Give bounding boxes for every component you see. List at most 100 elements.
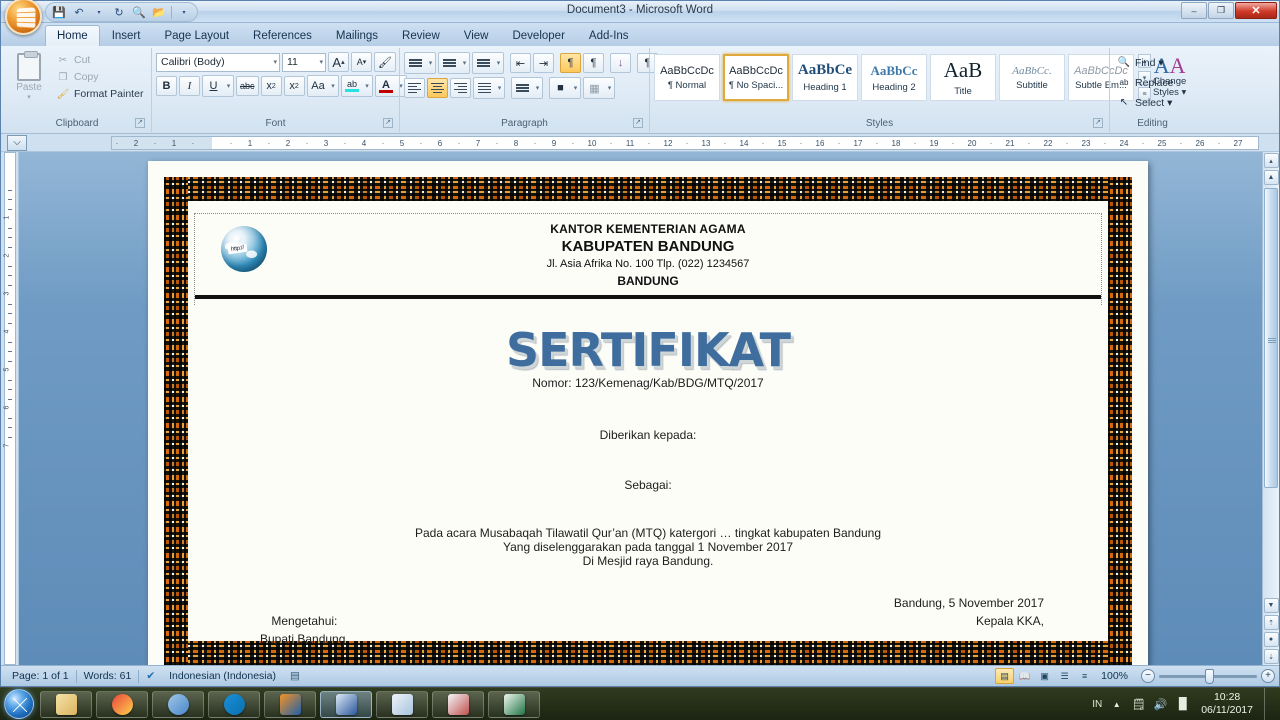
style-heading-1[interactable]: AaBbCе Heading 1: [792, 54, 858, 101]
draft-view-button[interactable]: ≡: [1075, 668, 1094, 684]
taskbar-teamviewer[interactable]: [208, 690, 260, 718]
underline-button[interactable]: U: [203, 76, 224, 96]
full-screen-reading-view-button[interactable]: 📖: [1015, 668, 1034, 684]
font-name-combo[interactable]: Calibri (Body) ▾: [156, 52, 280, 72]
chevron-down-icon[interactable]: ▾: [224, 76, 233, 96]
chevron-down-icon[interactable]: ▾: [363, 76, 372, 96]
body-line-2[interactable]: Yang diselenggarakan pada tanggal 1 Nove…: [503, 540, 793, 554]
letterhead-block[interactable]: KANTOR KEMENTERIAN AGAMA KABUPATEN BANDU…: [194, 213, 1102, 305]
font-dialog-launcher[interactable]: ↗: [383, 118, 393, 128]
volume-muted-icon[interactable]: 🔊: [1153, 697, 1168, 712]
zoom-out-button[interactable]: −: [1141, 669, 1155, 683]
tab-developer[interactable]: Developer: [500, 25, 576, 46]
underline-split-button[interactable]: U ▾: [202, 75, 234, 97]
scroll-up-button[interactable]: ▲: [1263, 170, 1279, 185]
tab-stop-selector[interactable]: ⌵: [7, 134, 27, 151]
sort-button[interactable]: ↓: [610, 53, 631, 73]
tab-insert[interactable]: Insert: [100, 25, 153, 46]
taskbar-notepad[interactable]: [376, 690, 428, 718]
chevron-down-icon[interactable]: ▾: [494, 53, 503, 73]
tab-review[interactable]: Review: [390, 25, 452, 46]
multilevel-list-icon[interactable]: [473, 53, 494, 73]
taskbar-mozilla-firefox[interactable]: [264, 690, 316, 718]
web-layout-view-button[interactable]: ▣: [1035, 668, 1054, 684]
ruler-track[interactable]: 2 · 1 · · 1 · 2 · 3 · 4 · 5 · 6 · 7 · 8 · 9 · 10 · 11 · 12 · 13 · 14 · 15…: [111, 136, 1259, 150]
body-line-1[interactable]: Pada acara Musabaqah Tilawatil Qur’an (M…: [415, 526, 881, 540]
chevron-down-icon[interactable]: ▾: [426, 53, 435, 73]
justify-split-button[interactable]: ▾: [473, 77, 505, 99]
chevron-down-icon[interactable]: ▾: [495, 78, 504, 98]
line-spacing-split-button[interactable]: ▾: [511, 77, 543, 99]
outline-view-button[interactable]: ☰: [1055, 668, 1074, 684]
taskbar-microsoft-excel[interactable]: [488, 690, 540, 718]
network-signal-icon[interactable]: █: [1175, 697, 1190, 712]
clear-formatting-button[interactable]: 🖌: [374, 52, 396, 72]
scroll-split-button[interactable]: ▴: [1263, 153, 1279, 168]
superscript-button[interactable]: x2: [283, 76, 305, 96]
taskbar-microsoft-powerpoint[interactable]: [432, 690, 484, 718]
show-hidden-icons-icon[interactable]: ▲: [1109, 697, 1124, 712]
minimize-button[interactable]: –: [1181, 2, 1207, 19]
paragraph-dialog-launcher[interactable]: ↗: [633, 118, 643, 128]
scroll-down-button[interactable]: ▼: [1263, 598, 1279, 613]
certificate-number[interactable]: Nomor: 123/Kemenag/Kab/BDG/MTQ/2017: [532, 376, 763, 390]
scrollbar-thumb[interactable]: [1264, 188, 1278, 488]
document-canvas[interactable]: KANTOR KEMENTERIAN AGAMA KABUPATEN BANDU…: [19, 152, 1279, 665]
signature-left[interactable]: Mengetahui: Bupati Bandung,: [260, 612, 349, 648]
align-center-button[interactable]: [427, 78, 448, 98]
font-size-combo[interactable]: 11 ▾: [282, 52, 326, 72]
align-right-button[interactable]: [450, 78, 471, 98]
bullets-split-button[interactable]: ▾: [404, 52, 436, 74]
show-desktop-button[interactable]: [1264, 687, 1272, 720]
format-painter-button[interactable]: 🖌 Format Painter: [53, 86, 146, 102]
print-layout-view-button[interactable]: ▤: [995, 668, 1015, 684]
chevron-down-icon[interactable]: ▾: [605, 78, 614, 98]
restore-button[interactable]: ❐: [1208, 2, 1234, 19]
language-indicator[interactable]: IN: [1092, 699, 1102, 710]
vertical-scrollbar[interactable]: ▴ ▲ ▼ ⇡ ● ⇣: [1262, 152, 1279, 665]
line-spacing-icon[interactable]: [512, 78, 533, 98]
zoom-track[interactable]: [1159, 668, 1257, 684]
chevron-down-icon[interactable]: ▾: [571, 78, 580, 98]
taskbar-google-chrome[interactable]: [96, 690, 148, 718]
shrink-font-button[interactable]: A ▾: [351, 52, 372, 72]
numbering-icon[interactable]: [439, 53, 460, 73]
change-case-split-button[interactable]: Aa ▾: [306, 75, 339, 97]
change-case-button[interactable]: Aa: [308, 76, 329, 96]
subscript-button[interactable]: x2: [260, 76, 282, 96]
style-subtitle[interactable]: AaBbCc. Subtitle: [999, 54, 1065, 101]
body-line-3[interactable]: Di Mesjid raya Bandung.: [583, 554, 714, 568]
tab-mailings[interactable]: Mailings: [324, 25, 390, 46]
style-heading-2[interactable]: AaBbCc Heading 2: [861, 54, 927, 101]
paste-button[interactable]: Paste ▾: [7, 49, 51, 101]
clipboard-dialog-launcher[interactable]: ↗: [135, 118, 145, 128]
style-normal[interactable]: AaBbCcDc ¶ Normal: [654, 54, 720, 101]
clock[interactable]: 10:28 06/11/2017: [1197, 691, 1253, 717]
style-title[interactable]: AaB Title: [930, 54, 996, 101]
document-page[interactable]: KANTOR KEMENTERIAN AGAMA KABUPATEN BANDU…: [148, 161, 1148, 665]
vertical-ruler[interactable]: 1 2 3 4 5 6 7: [1, 152, 19, 665]
rtl-text-direction-button[interactable]: ¶: [583, 53, 604, 73]
text-highlight-button[interactable]: ab: [342, 76, 363, 96]
zoom-thumb[interactable]: [1205, 668, 1214, 684]
tab-home[interactable]: Home: [45, 25, 100, 46]
zoom-slider[interactable]: − +: [1135, 668, 1275, 684]
horizontal-ruler[interactable]: ⌵ 2 · 1 · · 1 · 2 · 3 · 4 · 5 · 6 · 7 · 8 · 9 · 10 · 11 · 12 · 13 · 14 ·…: [1, 134, 1279, 152]
action-center-icon[interactable]: 🗒: [1131, 697, 1146, 712]
borders-split-button[interactable]: ▦ ▾: [583, 77, 615, 99]
tab-view[interactable]: View: [452, 25, 501, 46]
macro-record-icon[interactable]: ▤: [283, 670, 307, 682]
style-no-spacing[interactable]: AaBbCcDc ¶ No Spaci...: [723, 54, 789, 101]
copy-button[interactable]: ❐ Copy: [53, 69, 146, 85]
align-left-button[interactable]: [404, 78, 425, 98]
next-page-button[interactable]: ⇣: [1263, 649, 1279, 664]
word-count-status[interactable]: Words: 61: [77, 670, 139, 682]
justify-button[interactable]: [474, 78, 495, 98]
as-label[interactable]: Sebagai:: [624, 478, 671, 492]
taskbar-microsoft-word[interactable]: [320, 690, 372, 718]
page-status[interactable]: Page: 1 of 1: [5, 670, 76, 682]
taskbar-windows-explorer[interactable]: [40, 690, 92, 718]
decrease-indent-button[interactable]: ⇤: [510, 53, 531, 73]
previous-page-button[interactable]: ⇡: [1263, 615, 1279, 630]
select-button[interactable]: ↖ Select ▾: [1114, 93, 1175, 112]
